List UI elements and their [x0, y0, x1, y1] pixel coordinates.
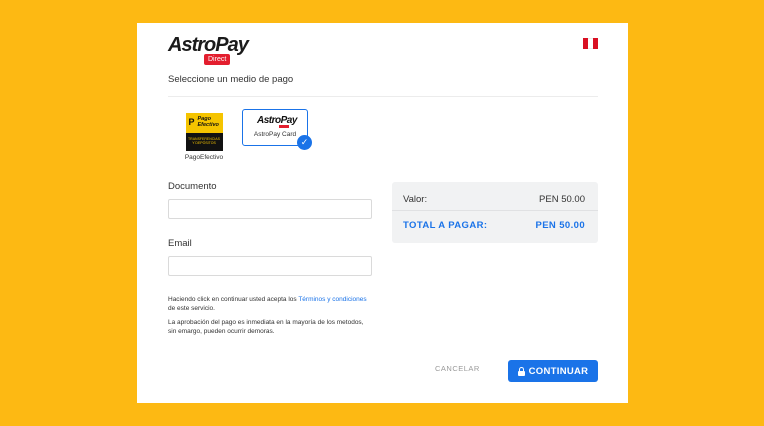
terms-link[interactable]: Términos y condiciones — [298, 296, 366, 303]
divider — [168, 96, 598, 97]
documento-label: Documento — [168, 181, 217, 192]
total-label: TOTAL A PAGAR: — [403, 220, 488, 231]
lock-icon — [517, 367, 525, 376]
section-title: Seleccione un medio de pago — [168, 74, 294, 85]
total-row: TOTAL A PAGAR: PEN 50.00 — [403, 220, 585, 231]
pagoefectivo-logo-subtext: TRANSFERENCIAS Y DEPÓSITOS — [188, 137, 220, 145]
terms-prefix: Haciendo click en continuar usted acepta… — [168, 296, 299, 303]
valor-row: Valor: PEN 50.00 — [403, 194, 585, 205]
payment-card: AstroPay Direct Seleccione un medio de p… — [137, 23, 628, 403]
astropay-card-logo-accent — [279, 125, 289, 128]
checkmark-icon: ✓ — [297, 135, 312, 150]
continue-button[interactable]: CONTINUAR — [508, 360, 598, 382]
terms-suffix: de este servicio. — [168, 305, 215, 312]
total-amount: PEN 50.00 — [535, 220, 585, 231]
valor-amount: PEN 50.00 — [539, 194, 585, 205]
logo-sub-badge: Direct — [204, 54, 231, 65]
payment-method-pagoefectivo[interactable]: P Pago Efectivo TRANSFERENCIAS Y DEPÓSIT… — [181, 113, 227, 161]
logo-wordmark: AstroPay — [168, 34, 249, 56]
pagoefectivo-logo-text: Pago Efectivo — [197, 116, 219, 128]
cancel-button[interactable]: CANCELAR — [435, 364, 480, 373]
summary-divider — [392, 210, 598, 211]
email-input[interactable] — [168, 256, 372, 276]
valor-label: Valor: — [403, 194, 428, 205]
method-label: AstroPay Card — [253, 131, 297, 138]
email-label: Email — [168, 238, 192, 249]
payment-summary: Valor: PEN 50.00 TOTAL A PAGAR: PEN 50.0… — [392, 182, 598, 243]
method-label: PagoEfectivo — [184, 154, 224, 161]
continue-button-label: CONTINUAR — [528, 365, 589, 377]
documento-input[interactable] — [168, 199, 372, 219]
astropay-logo: AstroPay Direct — [168, 34, 249, 67]
terms-text: Haciendo click en continuar usted acepta… — [168, 295, 373, 313]
astropay-card-logo: AstroPay — [257, 115, 297, 126]
peru-flag-icon — [583, 38, 598, 49]
pagoefectivo-logo: P Pago Efectivo TRANSFERENCIAS Y DEPÓSIT… — [185, 113, 223, 151]
approval-notice: La aprobación del pago es inmediata en l… — [168, 319, 364, 335]
